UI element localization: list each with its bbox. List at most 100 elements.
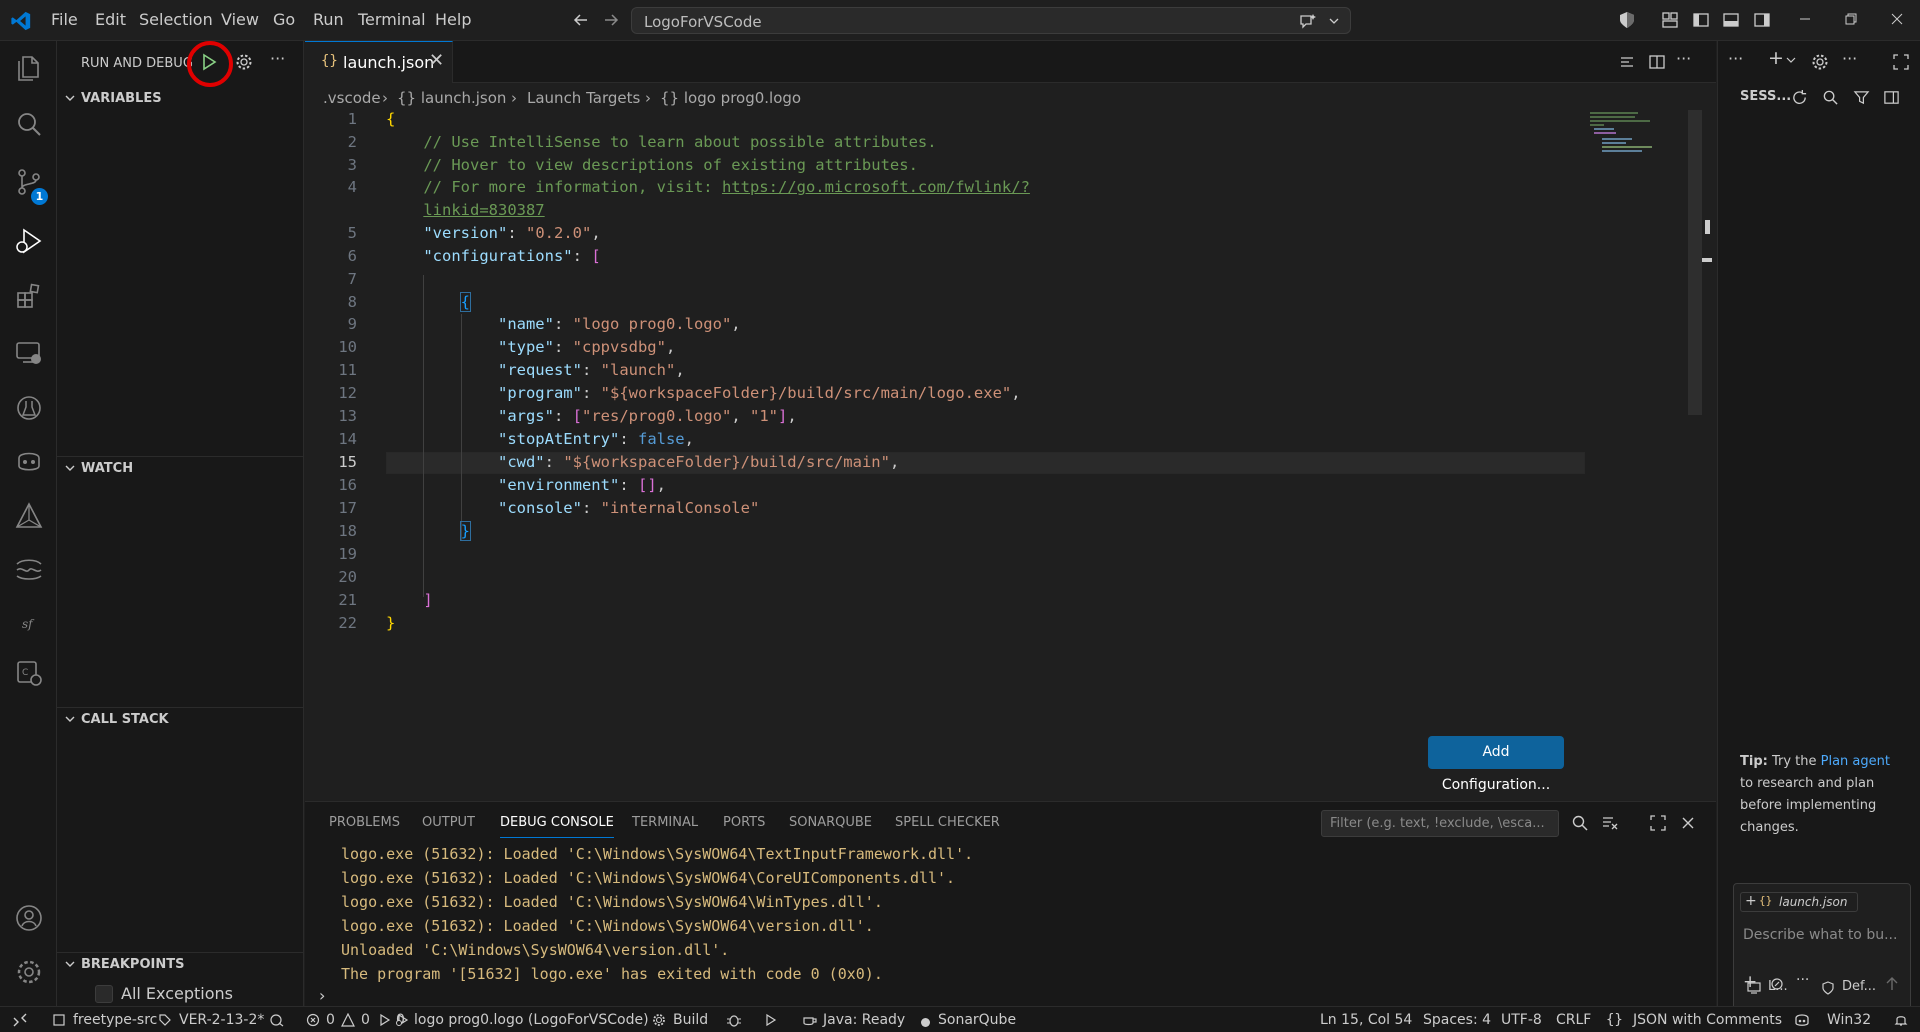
extensions-icon[interactable] <box>14 282 44 312</box>
watch-section-header[interactable]: WATCH <box>57 456 304 478</box>
menu-selection[interactable]: Selection <box>139 10 213 29</box>
git-branch[interactable]: VER-2-13-2* <box>179 1012 264 1028</box>
panel-tab-terminal[interactable]: TERMINAL <box>632 815 698 830</box>
context-chip-launch-json[interactable]: + {} launch.json <box>1740 892 1858 912</box>
close-tab-icon[interactable]: ✕ <box>429 50 444 71</box>
panel-tab-output[interactable]: OUTPUT <box>422 815 475 830</box>
add-context-plus-icon[interactable]: + <box>1745 893 1757 909</box>
sync-icon[interactable] <box>269 1013 285 1027</box>
toggle-secondary-sidebar-icon[interactable] <box>1753 11 1771 29</box>
notifications-bell-icon[interactable] <box>1893 1012 1909 1028</box>
open-launch-json-gear-icon[interactable] <box>235 53 253 71</box>
toggle-sessions-sidebar-icon[interactable] <box>1883 89 1900 106</box>
breadcrumb-vscode[interactable]: .vscode <box>323 89 381 107</box>
filter-icon[interactable] <box>1853 89 1870 106</box>
build-label[interactable]: Build <box>673 1012 708 1028</box>
command-center-search[interactable]: LogoForVSCode <box>631 7 1351 34</box>
error-icon[interactable] <box>306 1013 320 1027</box>
remote-explorer-icon[interactable] <box>14 338 44 368</box>
tab-launch-json[interactable]: {} launch.json ✕ <box>305 41 453 83</box>
maximize-panel-icon[interactable] <box>1649 814 1667 832</box>
accounts-shield-icon[interactable] <box>1618 11 1636 29</box>
breakpoints-section-header[interactable]: BREAKPOINTS <box>57 952 304 974</box>
copilot-icon[interactable] <box>14 446 44 476</box>
debug-console-filter-input[interactable]: Filter (e.g. text, !exclude, \esca... <box>1321 810 1559 837</box>
fwlink-link-wrap[interactable]: linkid=830387 <box>423 201 544 219</box>
panel-tab-spell-checker[interactable]: SPELL CHECKER <box>895 815 1000 830</box>
all-exceptions-checkbox[interactable] <box>95 985 113 1003</box>
menu-help[interactable]: Help <box>435 10 471 29</box>
local-mode-icon[interactable] <box>1747 981 1761 995</box>
remote-indicator-icon[interactable] <box>12 1013 28 1027</box>
debug-bug-icon[interactable] <box>726 1013 742 1027</box>
indentation[interactable]: Spaces: 4 <box>1423 1012 1491 1028</box>
chevron-down-icon[interactable] <box>1786 55 1796 65</box>
restore-icon[interactable] <box>1843 11 1859 27</box>
run-debug-icon[interactable] <box>14 226 44 256</box>
customize-layout-icon[interactable] <box>1661 11 1679 29</box>
back-arrow-icon[interactable] <box>572 11 590 29</box>
call-stack-section-header[interactable]: CALL STACK <box>57 707 304 729</box>
chevron-down-icon[interactable] <box>1328 15 1340 27</box>
chat-mode-label[interactable]: L... <box>1768 979 1788 994</box>
find-search-icon[interactable] <box>1571 814 1589 832</box>
debug-target[interactable]: logo prog0.logo (LogoForVSCode) <box>414 1012 649 1028</box>
breadcrumb-launch-targets[interactable]: Launch Targets <box>527 89 640 107</box>
testing-flask-icon[interactable] <box>14 393 44 423</box>
permissions-label[interactable]: Def... <box>1842 979 1876 994</box>
sonarqube-status[interactable]: SonarQube <box>938 1012 1016 1028</box>
shield-icon[interactable] <box>1821 981 1835 995</box>
ports-icon[interactable] <box>378 1013 392 1027</box>
warning-count[interactable]: 0 <box>361 1012 370 1028</box>
sf-symbol-icon[interactable]: sf <box>14 608 44 638</box>
warning-icon[interactable] <box>341 1013 355 1027</box>
language-mode[interactable]: JSON with Comments <box>1633 1012 1782 1028</box>
panel-tab-problems[interactable]: PROBLEMS <box>329 815 400 830</box>
java-status[interactable]: Java: Ready <box>823 1012 905 1028</box>
chat-actions-more-icon[interactable]: ··· <box>1842 49 1857 68</box>
explorer-files-icon[interactable] <box>14 53 44 83</box>
panel-tab-ports[interactable]: PORTS <box>723 815 765 830</box>
chat-more-icon[interactable]: ··· <box>1728 49 1743 68</box>
cmake-icon[interactable] <box>14 501 44 531</box>
editor-scrollbar[interactable] <box>1688 110 1702 415</box>
editor-more-actions-icon[interactable]: ··· <box>1676 49 1691 68</box>
breadcrumb-launch-json[interactable]: {} launch.json <box>397 89 506 107</box>
menu-edit[interactable]: Edit <box>95 10 126 29</box>
menu-go[interactable]: Go <box>273 10 295 29</box>
compare-changes-icon[interactable] <box>1618 53 1636 71</box>
manage-gear-icon[interactable] <box>14 957 44 987</box>
error-count[interactable]: 0 <box>326 1012 335 1028</box>
forward-arrow-icon[interactable] <box>602 11 620 29</box>
accounts-icon[interactable] <box>14 903 44 933</box>
sonarqube-wave-icon[interactable] <box>14 553 44 583</box>
minimap[interactable] <box>1590 110 1700 160</box>
refresh-icon[interactable] <box>1791 89 1808 106</box>
platform[interactable]: Win32 <box>1827 1012 1871 1028</box>
split-editor-icon[interactable] <box>1648 53 1666 71</box>
code-editor[interactable]: 1 2 3 4 5 6 7 8 9 10 11 12 13 14 15 16 17 18 19 20 21 22 { //… <box>305 110 1716 800</box>
add-configuration-button[interactable]: Add Configuration... <box>1428 736 1564 793</box>
end-of-line[interactable]: CRLF <box>1556 1012 1591 1028</box>
encoding[interactable]: UTF-8 <box>1501 1012 1542 1028</box>
new-chat-plus-icon[interactable]: + <box>1768 47 1784 69</box>
chat-input-box[interactable]: + {} launch.json Describe what to bu... … <box>1733 883 1911 1017</box>
copilot-chat-icon[interactable] <box>1299 12 1317 30</box>
send-arrow-icon[interactable] <box>1884 976 1900 992</box>
build-gear-icon[interactable] <box>652 1013 666 1027</box>
more-actions-icon[interactable]: ··· <box>270 49 285 68</box>
maximize-chat-icon[interactable] <box>1892 53 1910 71</box>
close-window-icon[interactable] <box>1889 11 1905 27</box>
console-input-chevron-icon[interactable]: › <box>319 986 325 1005</box>
chat-input-more-icon[interactable]: ··· <box>1796 972 1809 988</box>
menu-terminal[interactable]: Terminal <box>358 10 426 29</box>
cursor-position[interactable]: Ln 15, Col 54 <box>1320 1012 1412 1028</box>
close-panel-icon[interactable] <box>1679 814 1697 832</box>
container-gear-icon[interactable]: C <box>14 658 44 688</box>
fwlink-link[interactable]: https://go.microsoft.com/fwlink/? <box>722 178 1030 196</box>
menu-run[interactable]: Run <box>313 10 344 29</box>
breadcrumb-logo-config[interactable]: {} logo prog0.logo <box>660 89 801 107</box>
variables-section-header[interactable]: VARIABLES <box>57 87 304 109</box>
menu-file[interactable]: File <box>51 10 78 29</box>
run-play-icon[interactable] <box>764 1013 778 1027</box>
